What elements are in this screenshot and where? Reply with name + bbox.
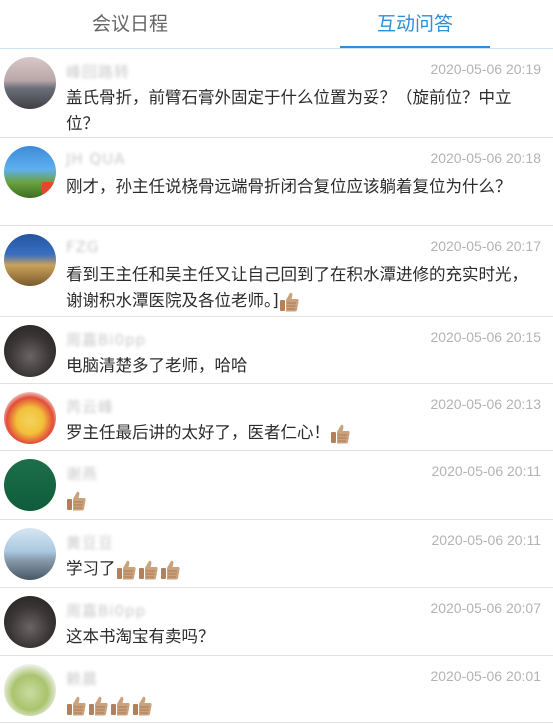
message-item[interactable]: 赖晨 2020-05-06 20:01 xyxy=(0,656,553,723)
thumbs-up-emojis xyxy=(330,421,352,447)
avatar[interactable] xyxy=(4,57,56,109)
message-timestamp: 2020-05-06 20:19 xyxy=(430,61,541,77)
message-item[interactable]: 峰回路转 2020-05-06 20:19 盖氏骨折，前臂石膏外固定于什么位置为妥？… xyxy=(0,49,553,138)
message-timestamp: 2020-05-06 20:11 xyxy=(431,463,542,479)
message-timestamp: 2020-05-06 20:11 xyxy=(431,532,542,548)
message-text: 学习了 xyxy=(66,559,116,578)
tab-qa[interactable]: 互动问答 xyxy=(315,0,515,48)
message-item[interactable]: FZG 2020-05-06 20:17 看到王主任和吴主任又让自己回到了在积水潭进… xyxy=(0,226,553,317)
message-content: 看到王主任和吴主任又让自己回到了在积水潭进修的充实时光，谢谢积水潭医院及各位老师… xyxy=(66,262,535,315)
tab-bar: 会议日程 互动问答 xyxy=(0,0,553,49)
avatar[interactable] xyxy=(4,146,56,198)
thumbs-up-icon xyxy=(66,695,86,717)
message-text: 罗主任最后讲的太好了，医者仁心！ xyxy=(66,423,330,442)
message-content: 罗主任最后讲的太好了，医者仁心！ xyxy=(66,420,535,447)
message-content xyxy=(66,487,535,514)
tab-schedule[interactable]: 会议日程 xyxy=(30,0,230,48)
message-text: 电脑清楚多了老师，哈哈 xyxy=(66,356,248,375)
message-timestamp: 2020-05-06 20:01 xyxy=(430,668,541,684)
thumbs-up-emojis xyxy=(66,693,154,719)
message-timestamp: 2020-05-06 20:13 xyxy=(430,396,541,412)
user-nickname: 谢燕 xyxy=(66,465,99,483)
badge-icon xyxy=(42,182,54,194)
thumbs-up-icon xyxy=(88,695,108,717)
message-item[interactable]: 周嘉Bi0pp 2020-05-06 20:15 电脑清楚多了老师，哈哈 xyxy=(0,317,553,384)
message-list[interactable]: 峰回路转 2020-05-06 20:19 盖氏骨折，前臂石膏外固定于什么位置为妥？… xyxy=(0,49,553,723)
avatar[interactable] xyxy=(4,234,56,286)
thumbs-up-emojis xyxy=(66,488,88,514)
message-timestamp: 2020-05-06 20:17 xyxy=(430,238,541,254)
user-nickname: 黄豆豆 xyxy=(66,534,115,552)
message-item[interactable]: 周嘉Bi0pp 2020-05-06 20:07 这本书淘宝有卖吗？ xyxy=(0,588,553,656)
user-nickname: 芮云峰 xyxy=(66,398,115,416)
thumbs-up-icon xyxy=(66,490,86,512)
thumbs-up-icon xyxy=(279,291,299,313)
thumbs-up-icon xyxy=(116,559,136,581)
message-content: 电脑清楚多了老师，哈哈 xyxy=(66,353,535,379)
message-item[interactable]: 黄豆豆 2020-05-06 20:11 学习了 xyxy=(0,520,553,588)
avatar[interactable] xyxy=(4,325,56,377)
message-text: 这本书淘宝有卖吗？ xyxy=(66,627,215,646)
avatar[interactable] xyxy=(4,459,56,511)
user-nickname: 周嘉Bi0pp xyxy=(66,331,147,349)
user-nickname: JH QUA xyxy=(66,150,126,168)
thumbs-up-icon xyxy=(330,423,350,445)
message-text: 盖氏骨折，前臂石膏外固定于什么位置为妥？（旋前位？中立位？ xyxy=(66,88,512,133)
message-timestamp: 2020-05-06 20:07 xyxy=(430,600,541,616)
thumbs-up-icon xyxy=(138,559,158,581)
thumbs-up-emojis xyxy=(116,557,182,583)
active-tab-indicator xyxy=(340,46,490,48)
user-nickname: 周嘉Bi0pp xyxy=(66,602,147,620)
message-item[interactable]: JH QUA 2020-05-06 20:18 刚才，孙主任说桡骨远端骨折闭合复位应… xyxy=(0,138,553,226)
message-item[interactable]: 芮云峰 2020-05-06 20:13 罗主任最后讲的太好了，医者仁心！ xyxy=(0,384,553,451)
message-content xyxy=(66,692,535,719)
message-timestamp: 2020-05-06 20:15 xyxy=(430,329,541,345)
message-text: 刚才，孙主任说桡骨远端骨折闭合复位应该躺着复位为什么？ xyxy=(66,177,512,196)
user-nickname: 峰回路转 xyxy=(66,63,131,81)
avatar[interactable] xyxy=(4,596,56,648)
avatar[interactable] xyxy=(4,664,56,716)
thumbs-up-emojis xyxy=(279,289,301,315)
message-content: 刚才，孙主任说桡骨远端骨折闭合复位应该躺着复位为什么？ xyxy=(66,174,535,200)
thumbs-up-icon xyxy=(160,559,180,581)
message-content: 盖氏骨折，前臂石膏外固定于什么位置为妥？（旋前位？中立位？ xyxy=(66,85,535,137)
user-nickname: FZG xyxy=(66,238,100,256)
thumbs-up-icon xyxy=(110,695,130,717)
message-content: 学习了 xyxy=(66,556,535,583)
user-nickname: 赖晨 xyxy=(66,670,99,688)
avatar[interactable] xyxy=(4,392,56,444)
message-content: 这本书淘宝有卖吗？ xyxy=(66,624,535,650)
message-timestamp: 2020-05-06 20:18 xyxy=(430,150,541,166)
avatar[interactable] xyxy=(4,528,56,580)
message-item[interactable]: 谢燕 2020-05-06 20:11 xyxy=(0,451,553,520)
thumbs-up-icon xyxy=(132,695,152,717)
